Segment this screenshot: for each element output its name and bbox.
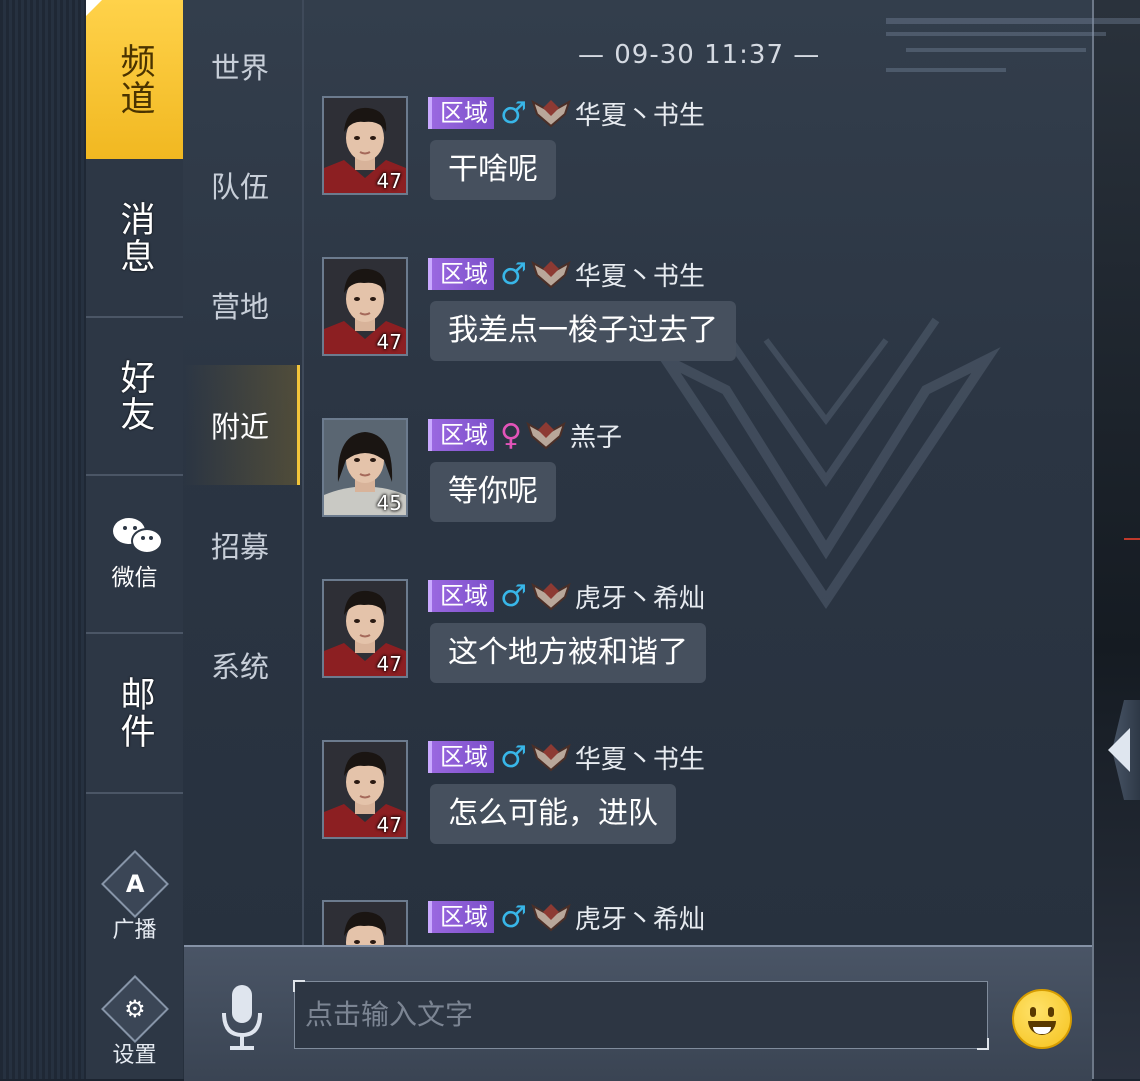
tab-channel-label: 频道 — [114, 42, 155, 117]
avatar-level: 47 — [376, 169, 402, 193]
male-gender-icon: ♂ — [500, 899, 527, 935]
tab-mail-label: 邮件 — [114, 676, 155, 750]
tab-channel[interactable]: 频道 — [86, 0, 183, 159]
avatar-portrait — [324, 902, 406, 945]
chat-message: 47 区域 ♂ 华夏丶书生 我差点一梭子过去了 — [322, 257, 1062, 397]
settings-button[interactable]: ⚙ 设置 — [86, 975, 183, 1069]
tab-wechat[interactable]: 微信 — [86, 476, 183, 634]
avatar[interactable]: 47 — [322, 96, 408, 195]
channel-system[interactable]: 系统 — [184, 605, 300, 725]
male-gender-icon: ♂ — [500, 739, 527, 775]
avatar[interactable]: 47 — [322, 257, 408, 356]
channel-camp-label: 营地 — [211, 290, 270, 324]
message-bubble: 我差点一梭子过去了 — [430, 301, 736, 361]
tab-messages-label: 消息 — [114, 200, 155, 275]
sender-name[interactable]: 华夏丶书生 — [575, 95, 705, 132]
tab-friends-label: 好友 — [114, 359, 155, 433]
channel-team-label: 队伍 — [211, 170, 270, 204]
broadcast-button[interactable]: A 广播 — [86, 850, 183, 944]
channel-camp[interactable]: 营地 — [184, 245, 300, 365]
avatar[interactable] — [322, 900, 408, 945]
channel-system-label: 系统 — [211, 650, 270, 684]
broadcast-icon: A — [100, 850, 169, 918]
female-gender-icon: ♀ — [500, 417, 522, 453]
sender-name[interactable]: 虎牙丶希灿 — [575, 578, 705, 615]
tab-messages[interactable]: 消息 — [86, 159, 183, 318]
tab-mail[interactable]: 邮件 — [86, 634, 183, 794]
region-tag: 区域 — [428, 258, 494, 290]
male-gender-icon: ♂ — [500, 578, 527, 614]
scene-detail — [1124, 538, 1140, 540]
rank-badge-icon — [526, 418, 566, 452]
rank-badge-icon — [531, 900, 571, 934]
main-tab-bar: 频道 消息 好友 微信 邮件 A 广播 ⚙ 设置 — [86, 0, 183, 1079]
rank-wings — [531, 903, 571, 932]
wechat-icon — [109, 516, 163, 556]
sender-name[interactable]: 虎牙丶希灿 — [575, 899, 705, 936]
channel-recruit-label: 招募 — [211, 530, 270, 564]
avatar-level: 47 — [376, 652, 402, 676]
rank-badge-icon — [531, 96, 571, 130]
channel-recruit[interactable]: 招募 — [184, 485, 300, 605]
avatar-level: 47 — [376, 330, 402, 354]
message-meta: 区域 ♂ 华夏丶书生 — [428, 95, 705, 132]
sender-name[interactable]: 华夏丶书生 — [575, 739, 705, 776]
emoji-icon[interactable] — [1012, 989, 1072, 1049]
rank-wings — [531, 99, 571, 128]
male-gender-icon: ♂ — [500, 256, 527, 292]
input-bar: 点击输入文字 — [184, 945, 1092, 1081]
chat-message: 45 区域 ♀ 羔子 等你呢 — [322, 418, 1062, 558]
background-left — [0, 0, 86, 1079]
chat-message: 47 区域 ♂ 虎牙丶希灿 这个地方被和谐了 — [322, 579, 1062, 719]
message-meta: 区域 ♂ 虎牙丶希灿 — [428, 578, 705, 615]
collapse-arrow-icon[interactable] — [1108, 728, 1130, 772]
chat-message: 47 区域 ♂ 华夏丶书生 怎么可能，进队 — [322, 740, 1062, 880]
male-gender-icon: ♂ — [500, 95, 527, 131]
rank-badge-icon — [531, 579, 571, 613]
region-tag: 区域 — [428, 901, 494, 933]
avatar[interactable]: 47 — [322, 579, 408, 678]
channel-nearby-label: 附近 — [211, 410, 270, 444]
message-bubble: 干啥呢 — [430, 140, 556, 200]
region-tag: 区域 — [428, 97, 494, 129]
rank-wings — [531, 260, 571, 289]
avatar[interactable]: 45 — [322, 418, 408, 517]
chat-message-list[interactable]: 47 区域 ♂ 华夏丶书生 干啥呢 47 区域 ♂ 华夏丶书生 我差点一梭子过去… — [302, 0, 1092, 945]
message-bubble: 怎么可能，进队 — [430, 784, 676, 844]
avatar[interactable]: 47 — [322, 740, 408, 839]
chat-message: 区域 ♂ 虎牙丶希灿 — [322, 900, 1062, 945]
gear-icon: ⚙ — [100, 975, 169, 1043]
rank-badge-icon — [531, 740, 571, 774]
chat-input[interactable]: 点击输入文字 — [293, 980, 989, 1050]
channel-list: 世界 队伍 营地 附近 招募 系统 — [184, 0, 304, 945]
channel-world-label: 世界 — [211, 51, 270, 85]
avatar-level: 45 — [376, 491, 402, 515]
tab-friends[interactable]: 好友 — [86, 318, 183, 476]
channel-world[interactable]: 世界 — [184, 6, 300, 126]
region-tag: 区域 — [428, 580, 494, 612]
channel-nearby[interactable]: 附近 — [184, 365, 300, 485]
rank-wings — [531, 743, 571, 772]
chat-message: 47 区域 ♂ 华夏丶书生 干啥呢 — [322, 96, 1062, 236]
background-right — [1092, 0, 1140, 1079]
tab-wechat-label: 微信 — [111, 565, 158, 591]
message-bubble: 这个地方被和谐了 — [430, 623, 706, 683]
message-meta: 区域 ♀ 羔子 — [428, 417, 622, 454]
region-tag: 区域 — [428, 741, 494, 773]
region-tag: 区域 — [428, 419, 494, 451]
sender-name[interactable]: 羔子 — [570, 417, 622, 454]
message-meta: 区域 ♂ 华夏丶书生 — [428, 739, 705, 776]
microphone-icon[interactable] — [220, 983, 264, 1053]
channel-team[interactable]: 队伍 — [184, 125, 300, 245]
message-meta: 区域 ♂ 虎牙丶希灿 — [428, 899, 705, 936]
message-meta: 区域 ♂ 华夏丶书生 — [428, 256, 705, 293]
avatar-level: 47 — [376, 813, 402, 837]
rank-badge-icon — [531, 257, 571, 291]
rank-wings — [531, 582, 571, 611]
sender-name[interactable]: 华夏丶书生 — [575, 256, 705, 293]
message-bubble: 等你呢 — [430, 462, 556, 522]
rank-wings — [526, 421, 566, 450]
